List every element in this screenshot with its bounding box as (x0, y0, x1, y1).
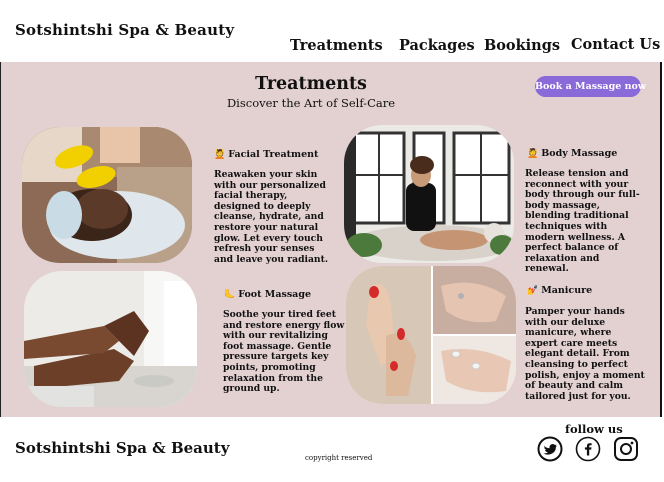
footer-brand: Sotshintshi Spa & Beauty (15, 439, 230, 457)
facebook-icon[interactable] (575, 436, 601, 462)
brand-logo[interactable]: Sotshintshi Spa & Beauty (15, 21, 234, 39)
foot-icon: 🦶 (224, 290, 236, 300)
nav-packages[interactable]: Packages (399, 37, 475, 54)
foot-massage-description: Soothe your tired feet and restore energ… (223, 309, 345, 395)
facial-treatment-title: 💆 Facial Treatment (214, 149, 319, 160)
page-subtitle: Discover the Art of Self-Care (226, 96, 396, 110)
treatments-section: Treatments Discover the Art of Self-Care… (1, 62, 660, 417)
nav-bookings[interactable]: Bookings (484, 37, 560, 54)
site-header: Sotshintshi Spa & Beauty Treatments Pack… (0, 0, 664, 62)
manicure-title: 💅 Manicure (527, 285, 593, 296)
facial-treatment-description: Reawaken your skin with our personalized… (214, 169, 329, 265)
body-massage-description: Release tension and reconnect with your … (525, 168, 640, 275)
book-massage-button[interactable]: Book a Massage now (535, 76, 646, 97)
copyright-text: copyright reserved (305, 454, 373, 462)
nav-treatments[interactable]: Treatments (290, 37, 383, 54)
nail-polish-icon: 💅 (527, 286, 539, 296)
face-massage-icon: 💆 (214, 150, 226, 160)
manicure-image (346, 266, 516, 404)
nav-contact-us[interactable]: Contact Us (571, 36, 660, 53)
site-footer: Sotshintshi Spa & Beauty copyright reser… (0, 417, 664, 480)
twitter-icon[interactable] (537, 436, 563, 462)
body-massage-title: 💆 Body Massage (527, 148, 618, 159)
body-massage-icon: 💆 (527, 149, 539, 159)
manicure-description: Pamper your hands with our deluxe manicu… (525, 306, 645, 402)
follow-us-label: follow us (565, 422, 623, 436)
body-massage-image (344, 125, 514, 263)
foot-massage-title: 🦶 Foot Massage (224, 289, 312, 300)
foot-massage-image (24, 271, 197, 407)
instagram-icon[interactable] (613, 436, 639, 462)
facial-treatment-image (22, 127, 192, 263)
page-title: Treatments (255, 74, 367, 94)
